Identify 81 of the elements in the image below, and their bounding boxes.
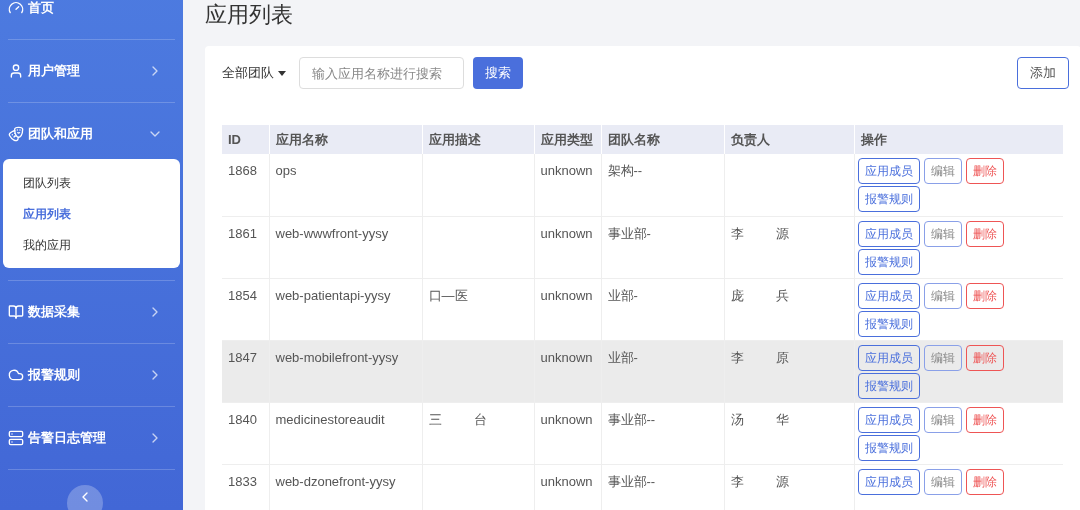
action-button[interactable]: 报警规则 (857, 310, 920, 337)
table-cell: unknown (534, 216, 601, 278)
cell-text: 事业部- (607, 224, 651, 243)
add-button[interactable]: 添加 (1016, 57, 1069, 89)
server-icon (8, 430, 24, 446)
table-cell: ops (269, 154, 422, 216)
action-button[interactable]: 报警规则 (857, 434, 920, 461)
caret-icon (278, 70, 286, 76)
cell-text: 原 (775, 348, 789, 367)
action-button[interactable]: 应用成员 (857, 406, 920, 433)
book-icon (8, 304, 24, 320)
sidebar-item[interactable]: 用户管理 (4, 40, 179, 102)
cell-text: 源 (775, 224, 789, 243)
action-button[interactable]: 编辑 (923, 406, 962, 433)
action-button[interactable]: 报警规则 (857, 372, 920, 399)
table-cell: web-dzonefront-yysy (269, 464, 422, 510)
cell-text: 华 (775, 410, 789, 429)
cell-text: 李 (730, 472, 744, 491)
cell-text: 兵 (775, 286, 789, 305)
cloud-icon (8, 367, 24, 383)
sidebar-item[interactable]: 数据采集 (4, 281, 179, 343)
table-cell: web-wwwfront-yysy (269, 216, 422, 278)
action-button[interactable]: 编辑 (923, 220, 962, 247)
action-button[interactable]: 应用成员 (857, 282, 920, 309)
submenu-item[interactable]: 我的应用 (3, 229, 180, 260)
table-cell: 1868 (222, 154, 269, 216)
sidebar-item[interactable]: 首页 (4, 0, 179, 39)
action-button[interactable]: 删除 (965, 344, 1004, 371)
action-button[interactable]: 删除 (965, 406, 1004, 433)
table-cell: 1833 (222, 464, 269, 510)
action-button[interactable]: 编辑 (923, 158, 962, 184)
sidebar-item[interactable]: 团队和应用 (4, 103, 179, 165)
table-cell: 1847 (222, 340, 269, 402)
gauge-icon (8, 0, 24, 16)
action-button[interactable]: 编辑 (923, 468, 962, 495)
cell-text: 事业部-- (607, 472, 656, 491)
action-button[interactable]: 应用成员 (857, 220, 920, 247)
cell-text: 汤 (730, 410, 744, 429)
action-button[interactable]: 应用成员 (857, 344, 920, 371)
table-cell: web-mobilefront-yysy (269, 340, 422, 402)
submenu-item[interactable]: 团队列表 (3, 167, 180, 198)
table-cell: unknown (534, 278, 601, 340)
team-filter-dropdown[interactable]: 全部团队 (222, 63, 286, 83)
table-cell: 1840 (222, 402, 269, 464)
action-button[interactable]: 报警规则 (857, 186, 920, 212)
page-title: 应用列表 (205, 1, 294, 29)
cell-text: 业部- (607, 348, 638, 367)
table-cell: unknown (534, 464, 601, 510)
action-button[interactable]: 删除 (965, 220, 1004, 247)
cell-text: 李 (730, 224, 744, 243)
table-cell: unknown (534, 154, 601, 216)
action-button[interactable]: 删除 (965, 282, 1004, 309)
action-button[interactable]: 应用成员 (857, 158, 920, 184)
action-button[interactable]: 删除 (965, 468, 1004, 495)
action-button[interactable]: 编辑 (923, 282, 962, 309)
cell-text: 三 (428, 410, 442, 429)
action-button[interactable]: 报警规则 (857, 248, 920, 275)
user-icon (8, 63, 24, 79)
masks-icon (8, 126, 24, 142)
cell-text: 业部- (607, 286, 638, 305)
action-button[interactable]: 编辑 (923, 344, 962, 371)
cell-text: 口—医 (428, 286, 468, 305)
cell-text: 源 (775, 472, 789, 491)
sidebar-item[interactable]: 告警日志管理 (4, 407, 179, 469)
search-button[interactable]: 搜索 (473, 57, 523, 89)
action-button[interactable]: 删除 (965, 158, 1004, 184)
table-cell: web-patientapi-yysy (269, 278, 422, 340)
cell-text: 李 (730, 348, 744, 367)
search-field[interactable]: 输入应用名称进行搜索 (299, 57, 464, 89)
cell-text: 事业部-- (607, 410, 656, 429)
table-cell: unknown (534, 340, 601, 402)
sidebar-item[interactable]: 报警规则 (4, 344, 179, 406)
cell-text: 庞 (730, 286, 744, 305)
submenu-item[interactable]: 应用列表 (3, 198, 180, 229)
table-cell: 1854 (222, 278, 269, 340)
action-button[interactable]: 应用成员 (857, 468, 920, 495)
table-cell: medicinestoreaudit (269, 402, 422, 464)
cell-text: 台 (473, 410, 487, 429)
table-cell: 1861 (222, 216, 269, 278)
table-cell: unknown (534, 402, 601, 464)
cell-text: 架构-- (607, 162, 643, 180)
